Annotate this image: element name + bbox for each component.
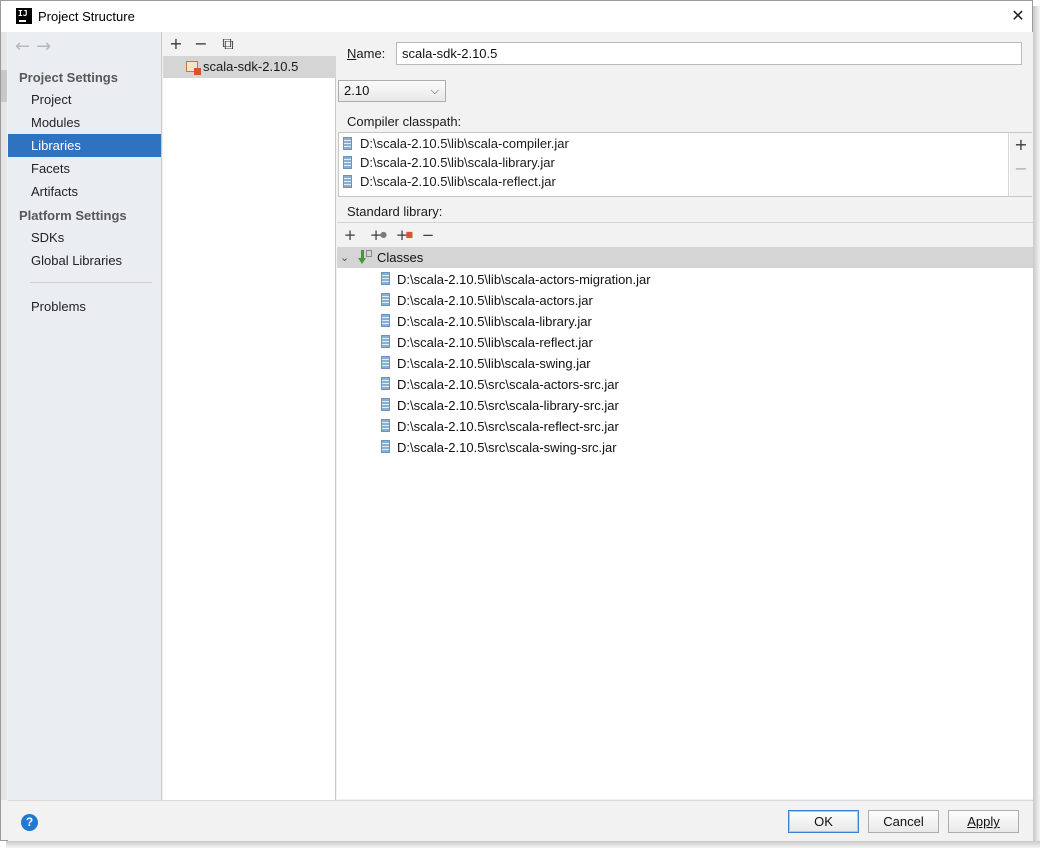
class-root-row[interactable]: D:\scala-2.10.5\lib\scala-actors-migrati… <box>381 269 651 290</box>
classpath-add-icon[interactable]: + <box>1010 135 1032 154</box>
forward-arrow-icon[interactable]: → <box>36 36 51 57</box>
jar-icon <box>381 293 390 306</box>
jar-icon <box>343 175 352 188</box>
scala-version-select[interactable]: 2.10 ⌵ <box>338 80 446 102</box>
nav-item-modules[interactable]: Modules <box>8 111 161 134</box>
class-root-path: D:\scala-2.10.5\src\scala-library-src.ja… <box>397 398 619 413</box>
name-label: Name: <box>347 46 386 61</box>
add-root-icon[interactable]: + <box>339 224 361 246</box>
jar-icon <box>343 137 352 150</box>
classes-label: Classes <box>377 250 424 265</box>
class-root-path: D:\scala-2.10.5\lib\scala-reflect.jar <box>397 335 593 350</box>
help-icon[interactable]: ? <box>21 814 38 831</box>
class-root-path: D:\scala-2.10.5\src\scala-actors-src.jar <box>397 377 619 392</box>
apply-button-label: Apply <box>967 814 1000 829</box>
classpath-path: D:\scala-2.10.5\lib\scala-reflect.jar <box>360 174 556 189</box>
class-root-row[interactable]: D:\scala-2.10.5\lib\scala-reflect.jar <box>381 332 593 353</box>
classpath-row[interactable]: D:\scala-2.10.5\lib\scala-library.jar <box>343 153 555 172</box>
class-root-path: D:\scala-2.10.5\src\scala-reflect-src.ja… <box>397 419 619 434</box>
nav-item-artifacts[interactable]: Artifacts <box>8 180 161 203</box>
compiler-classpath-label: Compiler classpath: <box>347 114 462 129</box>
classes-node[interactable]: ⌄ Classes <box>337 247 1033 268</box>
class-root-path: D:\scala-2.10.5\src\scala-swing-src.jar <box>397 440 617 455</box>
settings-nav: ← → Project Settings Project Modules Libr… <box>8 32 162 800</box>
window-shadow-right <box>1033 6 1040 848</box>
classpath-row[interactable]: D:\scala-2.10.5\lib\scala-reflect.jar <box>343 172 556 191</box>
add-sources-icon[interactable]: + ■ <box>391 224 413 246</box>
jar-icon <box>381 377 390 390</box>
standard-library-label: Standard library: <box>347 204 443 219</box>
nav-divider <box>30 282 152 283</box>
cancel-button[interactable]: Cancel <box>868 810 939 833</box>
classpath-row[interactable]: D:\scala-2.10.5\lib\scala-compiler.jar <box>343 134 569 153</box>
project-structure-window: IJ Project Structure ✕ ← → Project Settin… <box>0 0 1033 841</box>
jar-icon <box>381 398 390 411</box>
class-root-path: D:\scala-2.10.5\lib\scala-library.jar <box>397 314 592 329</box>
library-toolbar: + − ⧉ <box>163 32 336 56</box>
nav-item-project[interactable]: Project <box>8 88 161 111</box>
nav-item-global-libraries[interactable]: Global Libraries <box>8 249 161 272</box>
jar-icon <box>381 419 390 432</box>
jar-icon <box>381 356 390 369</box>
classes-root-icon <box>358 250 373 265</box>
add-jar-dir-icon[interactable]: + ● <box>365 224 387 246</box>
standard-library-divider <box>337 222 1033 223</box>
library-detail-panel: Name: scala-sdk-2.10.5 2.10 ⌵ Compiler c… <box>337 32 1033 800</box>
project-settings-heading: Project Settings <box>19 70 118 85</box>
ok-button[interactable]: OK <box>788 810 859 833</box>
standard-library-toolbar: + + ● + ■ − <box>337 224 1033 246</box>
name-field[interactable]: scala-sdk-2.10.5 <box>396 42 1022 65</box>
window-edge-strip <box>1 32 7 800</box>
window-shadow-bottom <box>6 841 1040 848</box>
class-root-path: D:\scala-2.10.5\lib\scala-swing.jar <box>397 356 591 371</box>
classpath-remove-icon[interactable]: − <box>1010 159 1032 178</box>
jar-icon <box>343 156 352 169</box>
class-root-row[interactable]: D:\scala-2.10.5\src\scala-swing-src.jar <box>381 437 617 458</box>
jar-icon <box>381 440 390 453</box>
jar-icon <box>381 272 390 285</box>
title-bar: IJ Project Structure ✕ <box>1 1 1032 32</box>
intellij-app-icon: IJ <box>16 8 32 24</box>
class-root-row[interactable]: D:\scala-2.10.5\lib\scala-swing.jar <box>381 353 591 374</box>
library-roots-tree: ⌄ Classes D:\scala-2.10.5\lib\scala-acto… <box>337 247 1033 799</box>
nav-history: ← → <box>15 36 57 57</box>
nav-item-facets[interactable]: Facets <box>8 157 161 180</box>
remove-library-icon[interactable]: − <box>191 34 211 54</box>
jar-icon <box>381 335 390 348</box>
nav-item-problems[interactable]: Problems <box>8 295 161 318</box>
classpath-path: D:\scala-2.10.5\lib\scala-compiler.jar <box>360 136 569 151</box>
nav-item-sdks[interactable]: SDKs <box>8 226 161 249</box>
compiler-classpath-list: D:\scala-2.10.5\lib\scala-compiler.jar D… <box>339 133 1009 196</box>
library-item-scala-sdk[interactable]: scala-sdk-2.10.5 <box>163 56 336 78</box>
copy-library-icon[interactable]: ⧉ <box>218 34 238 54</box>
classpath-side-toolbar: + − <box>1010 133 1032 196</box>
collapse-chevron-icon[interactable]: ⌄ <box>340 247 349 268</box>
apply-button[interactable]: Apply <box>948 810 1019 833</box>
class-root-row[interactable]: D:\scala-2.10.5\lib\scala-actors.jar <box>381 290 593 311</box>
back-arrow-icon[interactable]: ← <box>15 36 30 57</box>
compiler-classpath-box: D:\scala-2.10.5\lib\scala-compiler.jar D… <box>338 132 1032 197</box>
remove-root-icon[interactable]: − <box>417 224 439 246</box>
jar-icon <box>381 314 390 327</box>
class-root-path: D:\scala-2.10.5\lib\scala-actors.jar <box>397 293 593 308</box>
class-root-row[interactable]: D:\scala-2.10.5\src\scala-library-src.ja… <box>381 395 619 416</box>
class-root-path: D:\scala-2.10.5\lib\scala-actors-migrati… <box>397 272 651 287</box>
scala-version-value: 2.10 <box>344 83 370 98</box>
chevron-down-icon: ⌵ <box>430 85 439 97</box>
add-library-icon[interactable]: + <box>166 34 186 54</box>
platform-settings-heading: Platform Settings <box>19 208 127 223</box>
library-list-panel: + − ⧉ scala-sdk-2.10.5 <box>163 32 336 800</box>
class-root-row[interactable]: D:\scala-2.10.5\src\scala-actors-src.jar <box>381 374 619 395</box>
window-title: Project Structure <box>38 9 135 24</box>
class-root-row[interactable]: D:\scala-2.10.5\src\scala-reflect-src.ja… <box>381 416 619 437</box>
class-root-row[interactable]: D:\scala-2.10.5\lib\scala-library.jar <box>381 311 592 332</box>
dialog-button-bar: ? OK Cancel Apply <box>8 800 1033 841</box>
library-folder-icon <box>186 61 201 75</box>
library-item-label: scala-sdk-2.10.5 <box>203 59 299 74</box>
classpath-path: D:\scala-2.10.5\lib\scala-library.jar <box>360 155 555 170</box>
nav-item-libraries[interactable]: Libraries <box>8 134 161 157</box>
close-icon[interactable]: ✕ <box>1005 4 1031 28</box>
